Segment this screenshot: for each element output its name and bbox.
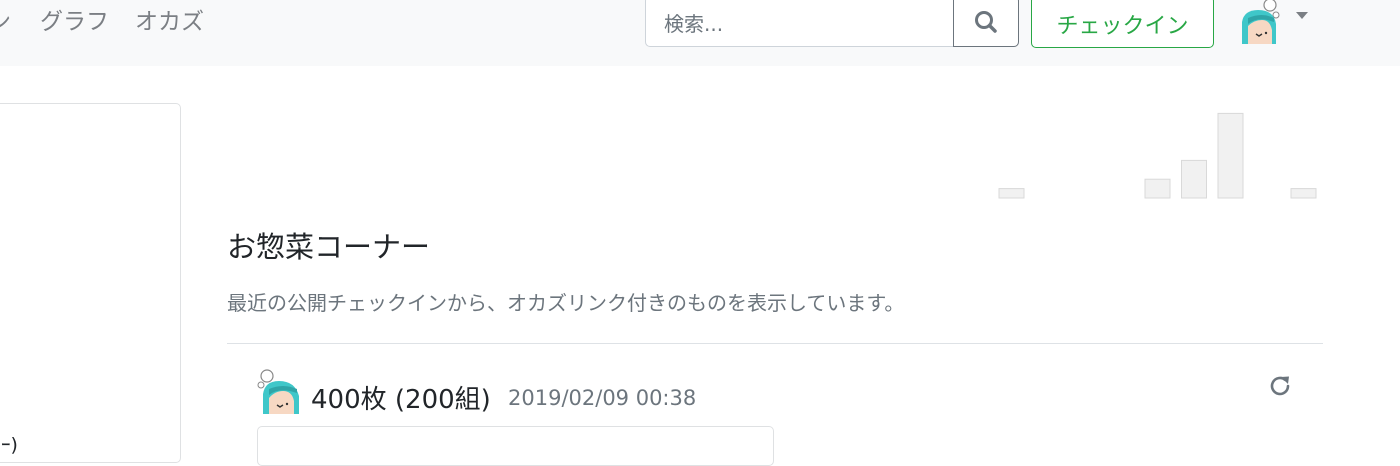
link-preview-card[interactable] [257,426,774,466]
item-timestamp: 2019/02/09 00:38 [508,386,697,410]
sparkline-bar [1217,112,1244,199]
sparkline-bar [1144,178,1171,199]
checkin-sparkline [998,112,1317,199]
page-title: お惣菜コーナー [227,230,431,264]
sparkline-bar [1290,188,1317,199]
page-description: 最近の公開チェックインから、オカズリンク付きのものを表示しています。 [227,291,905,315]
item-user-avatar[interactable] [257,368,303,414]
reload-icon[interactable] [1266,372,1294,400]
divider [227,343,1323,344]
sparkline-bar [998,188,1025,199]
sparkline-bar [1181,159,1207,199]
item-title[interactable]: 400枚 (200組) [311,379,491,416]
